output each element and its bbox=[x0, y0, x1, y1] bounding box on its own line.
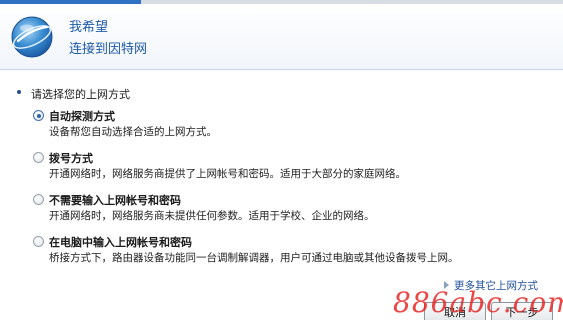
header-title: 我希望 bbox=[69, 20, 109, 35]
wizard-header: 我希望 连接到因特网 bbox=[0, 4, 563, 70]
radio-auto-detect[interactable] bbox=[33, 110, 44, 121]
option-title: 不需要输入上网帐号和密码 bbox=[49, 194, 181, 207]
option-title: 拨号方式 bbox=[49, 152, 93, 165]
option-desc: 开通网络时，网络服务商提供了上网帐号和密码。适用于大部分的家庭网络。 bbox=[49, 168, 406, 180]
globe-icon bbox=[11, 16, 53, 58]
option-desc: 设备帮您自动选择合适的上网方式。 bbox=[49, 126, 217, 138]
option-desc: 开通网络时，网络服务商未提供任何参数。适用于学校、企业的网络。 bbox=[49, 210, 375, 222]
watermark: 886abc.com bbox=[393, 286, 563, 319]
section-label: 请选择您的上网方式 bbox=[31, 88, 130, 101]
bullet-icon bbox=[17, 90, 21, 94]
radio-no-account[interactable] bbox=[33, 194, 44, 205]
option-title: 在电脑中输入上网帐号和密码 bbox=[49, 236, 192, 249]
option-title: 自动探测方式 bbox=[49, 110, 115, 123]
header-subtitle: 连接到因特网 bbox=[69, 42, 148, 57]
radio-dialup[interactable] bbox=[33, 152, 44, 163]
radio-bridge[interactable] bbox=[33, 236, 44, 247]
option-desc: 桥接方式下，路由器设备功能同一台调制解调器，用户可通过电脑或其他设备拨号上网。 bbox=[49, 252, 459, 264]
